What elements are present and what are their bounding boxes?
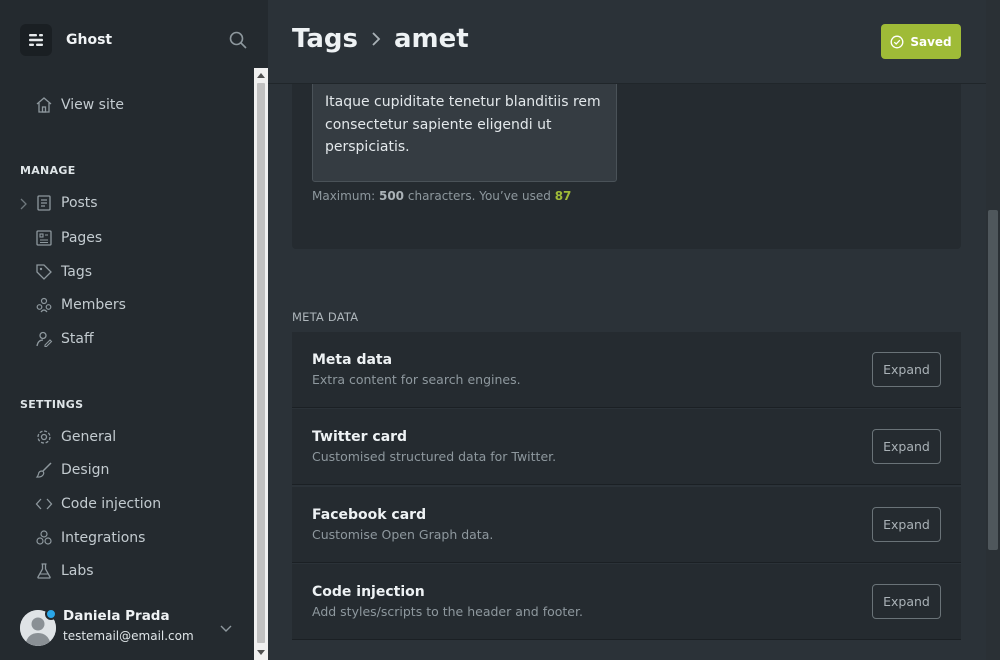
sidebar-item-label: General: [61, 429, 117, 445]
scrollbar-thumb[interactable]: [257, 83, 265, 643]
sidebar-item-label: Tags: [61, 264, 92, 280]
hint-prefix: Maximum:: [312, 189, 379, 203]
meta-row-title: Code injection: [312, 584, 425, 600]
sidebar-item-label: Pages: [61, 230, 103, 246]
sidebar-item-label: Design: [61, 462, 110, 478]
sidebar-item-integrations[interactable]: Integrations: [35, 526, 145, 550]
meta-row-desc: Extra content for search engines.: [312, 372, 521, 387]
main-scrollbar-thumb[interactable]: [988, 210, 998, 550]
sidebar-item-view-site[interactable]: View site: [35, 93, 124, 117]
sidebar-item-label: Integrations: [61, 530, 146, 546]
sidebar-item-label: Posts: [61, 195, 98, 211]
flask-icon: [37, 563, 51, 579]
breadcrumb-tags-link[interactable]: Tags: [292, 24, 358, 54]
sidebar-item-general[interactable]: General: [35, 425, 116, 449]
meta-row-facebook-card: Facebook card Customise Open Graph data.…: [292, 487, 961, 563]
sidebar-item-pages[interactable]: Pages: [35, 226, 102, 250]
meta-row-meta-data: Meta data Extra content for search engin…: [292, 332, 961, 408]
page-title: amet: [394, 24, 469, 54]
sidebar-item-label: Staff: [61, 331, 94, 347]
meta-section-title: META DATA: [292, 310, 359, 324]
sidebar-item-label: Code injection: [61, 496, 162, 512]
ghost-logo-icon: [20, 24, 52, 56]
members-icon: [36, 297, 52, 313]
chevron-right-icon[interactable]: [19, 196, 29, 210]
expand-twitter-card-button[interactable]: Expand: [872, 429, 941, 464]
meta-row-desc: Customise Open Graph data.: [312, 527, 494, 542]
tag-icon: [36, 264, 52, 280]
sidebar-item-members[interactable]: Members: [35, 293, 126, 317]
description-hint: Maximum: 500 characters. You’ve used 87: [312, 189, 571, 203]
home-icon: [36, 97, 52, 113]
meta-row-title: Meta data: [312, 352, 393, 368]
meta-row-desc: Customised structured data for Twitter.: [312, 449, 557, 464]
page-header: Tags amet Saved: [268, 0, 986, 84]
scroll-up-arrow-icon[interactable]: [257, 73, 265, 78]
scroll-down-arrow-icon[interactable]: [257, 650, 265, 655]
brand-name: Ghost: [66, 32, 113, 48]
chevron-down-icon[interactable]: [219, 620, 233, 634]
expand-meta-data-button[interactable]: Expand: [872, 352, 941, 387]
meta-row-code-injection: Code injection Add styles/scripts to the…: [292, 564, 961, 640]
sidebar-scrollbar[interactable]: [254, 68, 268, 660]
check-circle-icon: [890, 35, 904, 48]
meta-row-twitter-card: Twitter card Customised structured data …: [292, 409, 961, 485]
posts-icon: [37, 195, 51, 211]
chevron-right-icon: [372, 32, 381, 46]
description-textarea[interactable]: Itaque cupiditate tenetur blanditiis rem…: [312, 80, 617, 182]
meta-row-title: Twitter card: [312, 429, 408, 445]
sidebar-item-labs[interactable]: Labs: [35, 559, 94, 583]
settings-section-title: SETTINGS: [20, 398, 84, 411]
user-email: testemail@email.com: [63, 629, 194, 643]
user-menu[interactable]: Daniela Prada testemail@email.com: [20, 606, 250, 650]
main-content: Itaque cupiditate tenetur blanditiis rem…: [268, 0, 1000, 660]
sidebar-item-staff[interactable]: Staff: [35, 327, 94, 351]
gear-icon: [37, 430, 51, 444]
search-icon[interactable]: [228, 30, 248, 50]
sidebar-item-tags[interactable]: Tags: [35, 260, 92, 284]
meta-row-desc: Add styles/scripts to the header and foo…: [312, 604, 583, 619]
sidebar: Ghost View site MANAGE Posts Pages Tags …: [0, 0, 268, 660]
integrations-icon: [36, 530, 52, 545]
code-icon: [35, 498, 53, 510]
sidebar-item-design[interactable]: Design: [35, 458, 109, 482]
breadcrumb: Tags amet: [292, 24, 469, 54]
expand-code-injection-button[interactable]: Expand: [872, 584, 941, 619]
sidebar-item-label: View site: [61, 97, 124, 113]
saved-button-label: Saved: [910, 34, 952, 49]
brand[interactable]: Ghost: [20, 24, 112, 56]
saved-button[interactable]: Saved: [881, 24, 961, 59]
brush-icon: [35, 462, 52, 478]
staff-icon: [36, 331, 53, 348]
description-card: Itaque cupiditate tenetur blanditiis rem…: [292, 60, 961, 249]
sidebar-item-code-injection[interactable]: Code injection: [35, 492, 161, 516]
expand-facebook-card-button[interactable]: Expand: [872, 507, 941, 542]
sidebar-item-posts[interactable]: Posts: [35, 191, 98, 215]
hint-middle: characters. You’ve used: [404, 189, 555, 203]
meta-row-title: Facebook card: [312, 507, 427, 523]
notification-dot: [45, 608, 57, 620]
user-name: Daniela Prada: [63, 608, 170, 624]
hint-max: 500: [378, 189, 405, 203]
manage-section-title: MANAGE: [20, 164, 76, 177]
main-scrollbar[interactable]: [986, 0, 1000, 660]
hint-used-count: 87: [554, 189, 572, 203]
sidebar-item-label: Members: [61, 297, 126, 313]
pages-icon: [36, 230, 52, 246]
sidebar-item-label: Labs: [61, 563, 94, 579]
